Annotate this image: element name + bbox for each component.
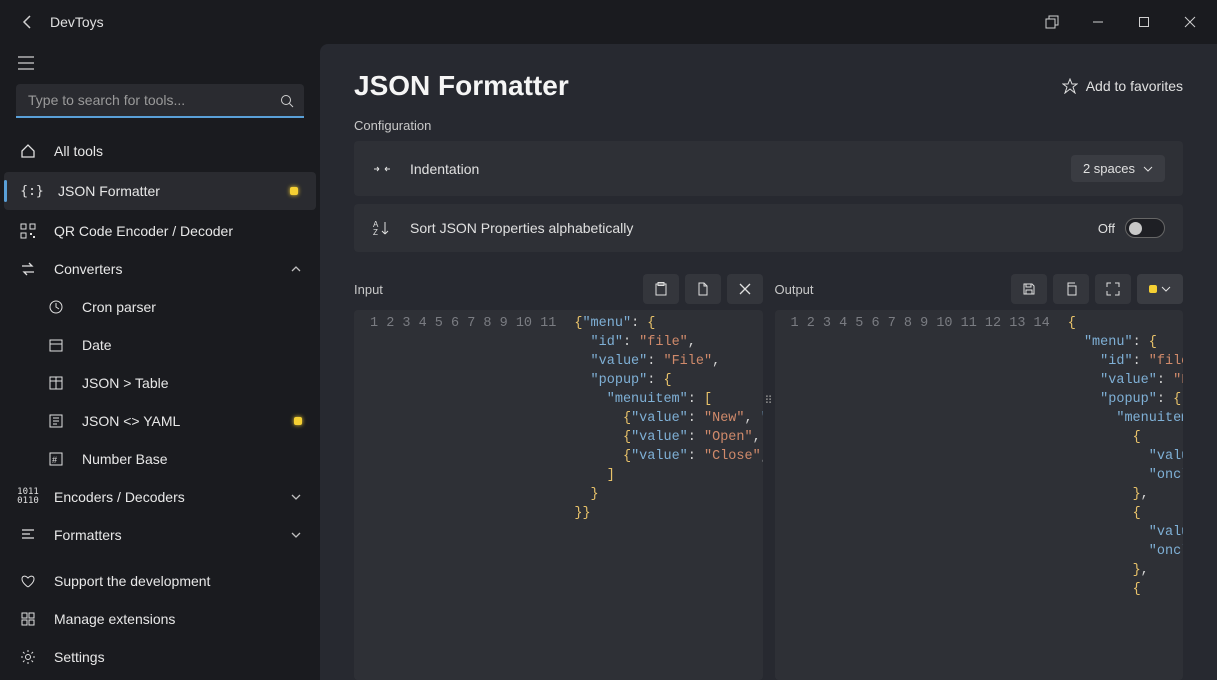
converters-icon: [18, 259, 38, 279]
sidebar-item-label: JSON > Table: [82, 375, 302, 391]
gear-icon: [18, 647, 38, 667]
table-icon: [46, 373, 66, 393]
search-input[interactable]: [16, 84, 304, 118]
sidebar-item-label: Date: [82, 337, 302, 353]
output-code: { "menu": { "id": "file", "value": "File…: [1060, 310, 1183, 680]
save-button[interactable]: [1011, 274, 1047, 304]
heart-icon: [18, 571, 38, 591]
input-gutter: 1 2 3 4 5 6 7 8 9 10 11: [354, 310, 566, 680]
output-label: Output: [775, 282, 814, 297]
lightbulb-icon: [290, 187, 298, 195]
sidebar-item-label: Manage extensions: [54, 611, 302, 627]
input-editor[interactable]: 1 2 3 4 5 6 7 8 9 10 11 {"menu": { "id":…: [354, 310, 763, 680]
sidebar-item-label: JSON <> YAML: [82, 413, 278, 429]
indent-dropdown[interactable]: 2 spaces: [1071, 155, 1165, 182]
chevron-down-icon: [290, 491, 302, 503]
sidebar-item-number-base[interactable]: # Number Base: [0, 440, 320, 478]
clock-icon: [46, 297, 66, 317]
config-label: Indentation: [410, 161, 1053, 177]
minimize-button[interactable]: [1075, 6, 1121, 38]
add-favorites-button[interactable]: Add to favorites: [1062, 78, 1183, 94]
chevron-down-icon: [1143, 164, 1153, 174]
sidebar-item-label: Cron parser: [82, 299, 302, 315]
indent-icon: [372, 159, 392, 179]
dropdown-value: 2 spaces: [1083, 161, 1135, 176]
input-label: Input: [354, 282, 383, 297]
overlay-icon[interactable]: [1029, 6, 1075, 38]
encoders-icon: 10110110: [18, 487, 38, 507]
sidebar-item-json-formatter[interactable]: {:} JSON Formatter: [4, 172, 316, 210]
config-label: Sort JSON Properties alphabetically: [410, 220, 1080, 236]
sidebar-item-label: Support the development: [54, 573, 302, 589]
svg-text:Z: Z: [373, 228, 378, 236]
app-title: DevToys: [50, 14, 104, 30]
sort-icon: AZ: [372, 218, 392, 238]
input-code[interactable]: {"menu": { "id": "file", "value": "File"…: [566, 310, 762, 680]
config-indentation: Indentation 2 spaces: [354, 141, 1183, 196]
sidebar-item-label: JSON Formatter: [58, 183, 274, 199]
hamburger-icon[interactable]: [0, 48, 320, 84]
home-icon: [18, 141, 38, 161]
input-panel: Input 1 2 3 4 5 6 7 8 9 10: [354, 274, 763, 680]
sidebar-item-label: Formatters: [54, 527, 274, 543]
titlebar: DevToys: [0, 0, 1217, 44]
maximize-button[interactable]: [1121, 6, 1167, 38]
extensions-icon: [18, 609, 38, 629]
output-gutter: 1 2 3 4 5 6 7 8 9 10 11 12 13 14: [775, 310, 1060, 680]
config-section-label: Configuration: [354, 118, 1183, 133]
config-sort: AZ Sort JSON Properties alphabetically O…: [354, 204, 1183, 252]
sidebar-item-all-tools[interactable]: All tools: [0, 132, 320, 170]
sidebar-item-label: Encoders / Decoders: [54, 489, 274, 505]
favorites-label: Add to favorites: [1086, 78, 1183, 94]
clear-button[interactable]: [727, 274, 763, 304]
chevron-up-icon: [290, 263, 302, 275]
toggle-state: Off: [1098, 221, 1115, 236]
output-editor[interactable]: 1 2 3 4 5 6 7 8 9 10 11 12 13 14 { "menu…: [775, 310, 1184, 680]
sidebar-item-settings[interactable]: Settings: [0, 638, 320, 676]
file-button[interactable]: [685, 274, 721, 304]
hint-button[interactable]: [1137, 274, 1183, 304]
resize-grip-icon[interactable]: ⠿: [764, 394, 770, 407]
calendar-icon: [46, 335, 66, 355]
formatters-icon: [18, 525, 38, 545]
main-content: JSON Formatter Add to favorites Configur…: [320, 44, 1217, 680]
chevron-down-icon: [1161, 284, 1171, 294]
sidebar-item-label: QR Code Encoder / Decoder: [54, 223, 302, 239]
paste-button[interactable]: [643, 274, 679, 304]
json-icon: {:}: [22, 181, 42, 201]
sidebar-item-cron[interactable]: Cron parser: [0, 288, 320, 326]
lightbulb-icon: [294, 417, 302, 425]
expand-button[interactable]: [1095, 274, 1131, 304]
sidebar-item-support[interactable]: Support the development: [0, 562, 320, 600]
search-icon: [280, 94, 294, 108]
back-icon[interactable]: [20, 14, 36, 30]
copy-button[interactable]: [1053, 274, 1089, 304]
sidebar-item-label: Converters: [54, 261, 274, 277]
sidebar-item-formatters[interactable]: Formatters: [0, 516, 320, 554]
lightbulb-icon: [1149, 285, 1157, 293]
sidebar: All tools {:} JSON Formatter QR Code Enc…: [0, 44, 320, 680]
number-icon: #: [46, 449, 66, 469]
sidebar-item-label: Number Base: [82, 451, 302, 467]
sort-toggle[interactable]: [1125, 218, 1165, 238]
page-title: JSON Formatter: [354, 70, 569, 102]
sidebar-item-label: Settings: [54, 649, 302, 665]
sidebar-item-json-table[interactable]: JSON > Table: [0, 364, 320, 402]
sidebar-item-converters[interactable]: Converters: [0, 250, 320, 288]
sidebar-item-extensions[interactable]: Manage extensions: [0, 600, 320, 638]
chevron-down-icon: [290, 529, 302, 541]
sidebar-item-label: All tools: [54, 143, 302, 159]
output-panel: Output: [775, 274, 1184, 680]
json-yaml-icon: [46, 411, 66, 431]
sidebar-item-qr[interactable]: QR Code Encoder / Decoder: [0, 212, 320, 250]
sidebar-item-json-yaml[interactable]: JSON <> YAML: [0, 402, 320, 440]
close-button[interactable]: [1167, 6, 1213, 38]
star-icon: [1062, 78, 1078, 94]
sidebar-item-date[interactable]: Date: [0, 326, 320, 364]
qr-icon: [18, 221, 38, 241]
sidebar-item-encoders[interactable]: 10110110 Encoders / Decoders: [0, 478, 320, 516]
svg-text:#: #: [52, 455, 57, 465]
